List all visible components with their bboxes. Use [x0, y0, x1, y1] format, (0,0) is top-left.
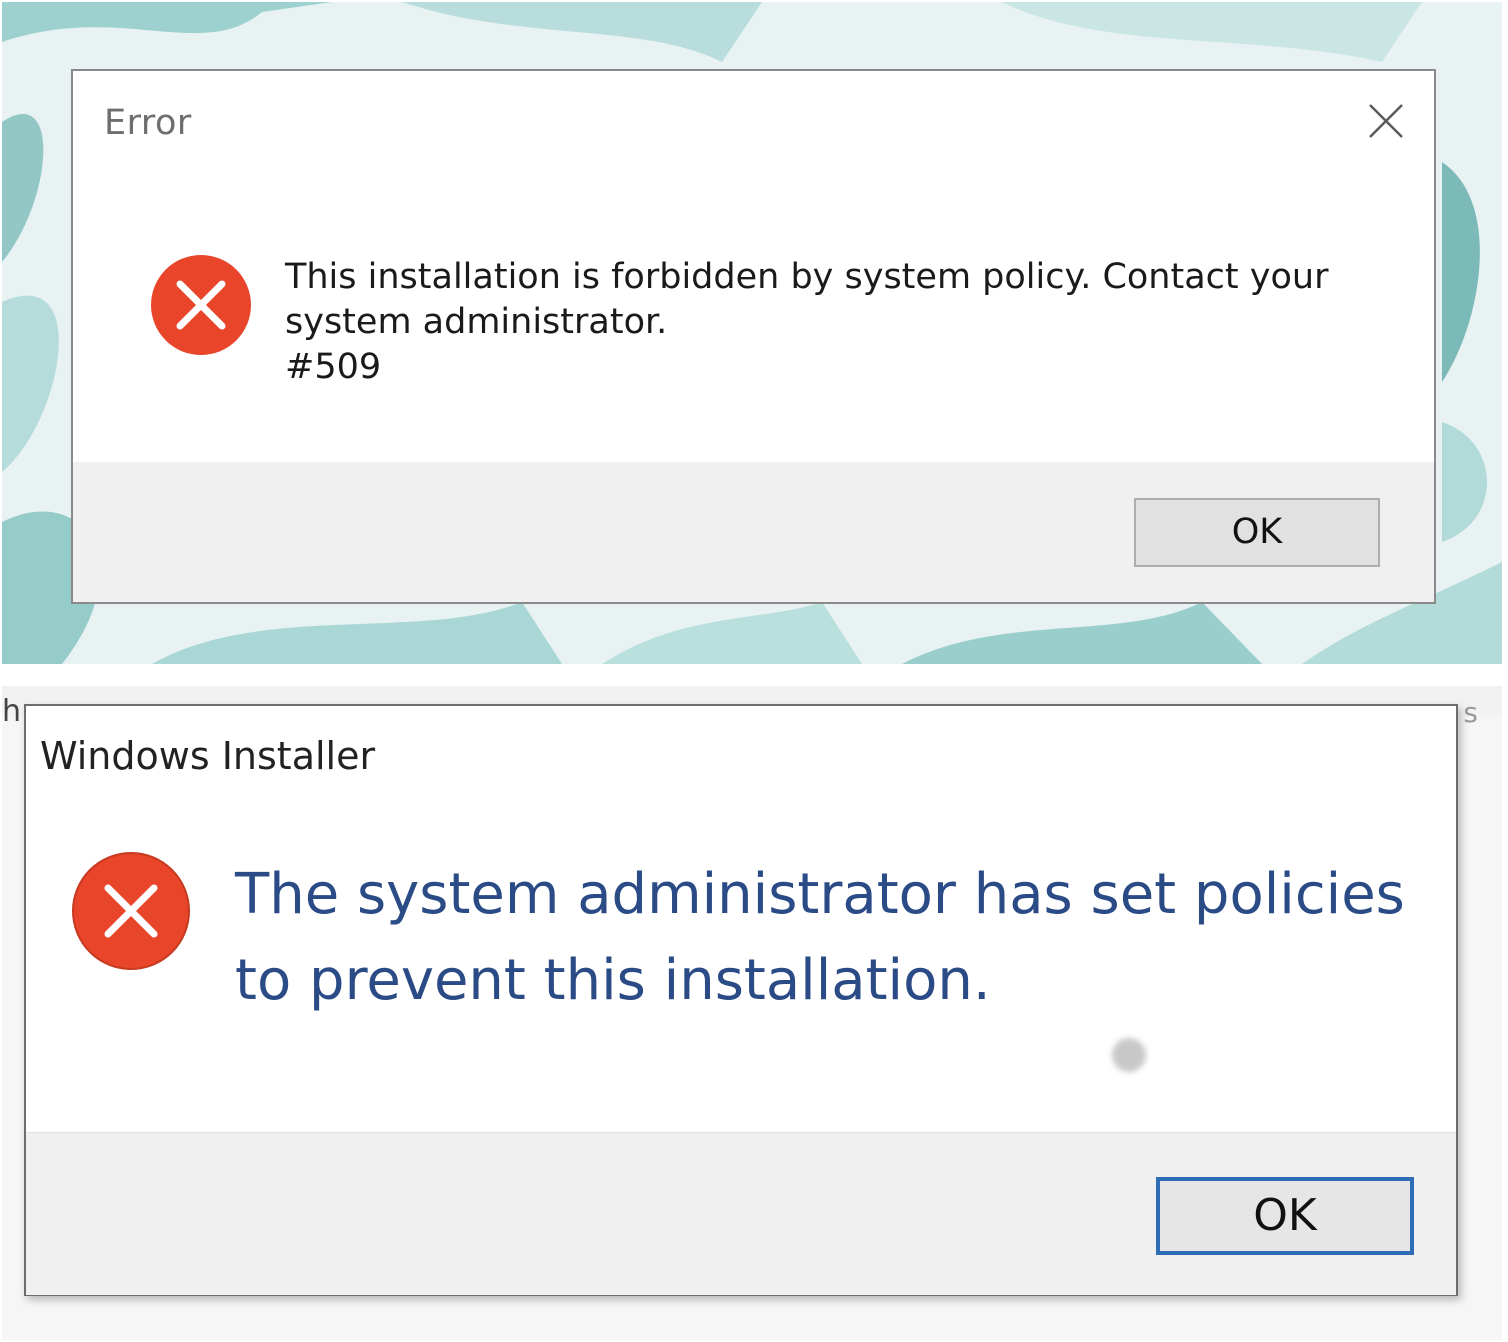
- error-code: #509: [285, 347, 382, 387]
- dialog-title: Error: [104, 103, 192, 143]
- dialog-footer: OK: [73, 462, 1434, 602]
- error-icon: [151, 255, 251, 355]
- error-message-line: This installation is forbidden by system…: [285, 257, 1329, 297]
- error-screenshot-panel: Error This installation is forbidden by …: [2, 2, 1502, 664]
- installer-screenshot-panel: h s Windows Installer The system adminis…: [2, 686, 1502, 1340]
- installer-message-line: to prevent this installation.: [235, 948, 991, 1013]
- dialog-title: Windows Installer: [40, 734, 376, 778]
- ok-button[interactable]: OK: [1156, 1177, 1414, 1255]
- dialog-footer: OK: [26, 1132, 1456, 1295]
- error-dialog: Error This installation is forbidden by …: [71, 69, 1436, 604]
- error-message-line: system administrator.: [285, 302, 668, 342]
- close-icon[interactable]: [1362, 97, 1410, 145]
- background-text-fragment: h: [2, 694, 22, 729]
- windows-installer-dialog: Windows Installer The system administrat…: [24, 704, 1458, 1296]
- error-icon: [72, 852, 190, 970]
- error-message: This installation is forbidden by system…: [285, 255, 1365, 390]
- ok-button[interactable]: OK: [1134, 498, 1380, 567]
- background-text-fragment: s: [1463, 696, 1478, 729]
- blurred-artifact: [1112, 1038, 1146, 1072]
- installer-message-line: The system administrator has set policie…: [235, 862, 1405, 927]
- installer-message: The system administrator has set policie…: [235, 852, 1415, 1024]
